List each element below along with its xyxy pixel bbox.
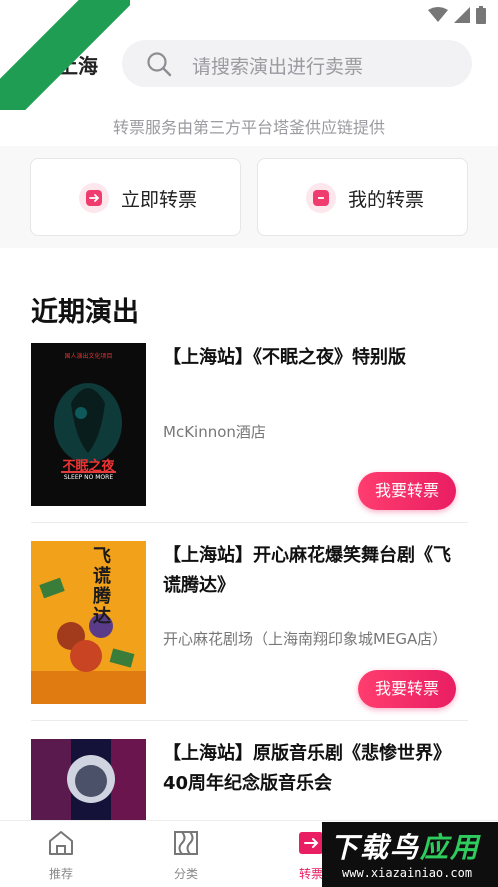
- show-item[interactable]: 飞谎腾达 【上海站】开心麻花爆笑舞台剧《飞谎腾达》 开心麻花剧场（上海南翔印象城…: [31, 541, 468, 711]
- show-item[interactable]: 国人演出文化项目 不眠之夜 SLEEP NO MORE 【上海站】《不眠之夜》特…: [31, 343, 468, 513]
- show-poster[interactable]: [31, 739, 146, 820]
- watermark-corner: 下载鸟: [0, 0, 130, 110]
- poster-art: [31, 541, 146, 704]
- watermark-title-green: 应用: [420, 831, 481, 864]
- tab-label: 推荐: [48, 867, 73, 881]
- poster-subtitle: SLEEP NO MORE: [63, 474, 114, 481]
- tab-category[interactable]: 分类: [146, 829, 226, 882]
- tab-label: 分类: [173, 867, 198, 881]
- wifi-icon: [428, 7, 448, 22]
- show-venue: 开心麻花剧场（上海南翔印象城MEGA店）: [163, 630, 448, 648]
- poster-art: [31, 343, 146, 506]
- buy-ticket-button[interactable]: 我要转票: [358, 670, 456, 708]
- poster-caption-top: 国人演出文化项目: [64, 353, 113, 360]
- my-transfers-label: 我的转票: [348, 189, 425, 211]
- watermark-banner: 下载鸟应用 www.xiazainiao.com: [322, 822, 498, 887]
- tab-recommend[interactable]: 推荐: [21, 829, 101, 882]
- search-bar[interactable]: 请搜索演出进行卖票: [122, 40, 472, 87]
- show-item[interactable]: 【上海站】原版音乐剧《悲惨世界》40周年纪念版音乐会: [31, 739, 468, 820]
- show-venue: McKinnon酒店: [163, 423, 266, 441]
- poster-title: 飞谎腾达: [93, 546, 111, 627]
- list-divider: [31, 720, 468, 721]
- show-title: 【上海站】原版音乐剧《悲惨世界》40周年纪念版音乐会: [163, 743, 451, 794]
- show-title: 【上海站】开心麻花爆笑舞台剧《飞谎腾达》: [163, 545, 451, 596]
- search-icon: [147, 52, 172, 77]
- signal-icon: [454, 7, 470, 23]
- notice-text: 转票服务由第三方平台塔釜供应链提供: [112, 118, 385, 137]
- my-transfers-button[interactable]: 我的转票: [257, 158, 468, 236]
- category-icon: [174, 831, 198, 855]
- actions-band: 立即转票 我的转票: [0, 146, 498, 248]
- poster-art: [31, 739, 146, 820]
- search-placeholder: 请搜索演出进行卖票: [192, 56, 364, 78]
- show-poster[interactable]: 国人演出文化项目 不眠之夜 SLEEP NO MORE: [31, 343, 146, 506]
- arrow-right-icon: [79, 183, 109, 213]
- poster-title: 不眠之夜: [62, 459, 115, 474]
- status-icons: [428, 6, 486, 24]
- watermark-title: 下载鸟应用: [330, 826, 480, 866]
- ticket-icon: [306, 183, 336, 213]
- show-poster[interactable]: 飞谎腾达: [31, 541, 146, 704]
- list-divider: [31, 522, 468, 523]
- watermark-title-white: 下载鸟: [330, 831, 421, 864]
- section-title: 近期演出: [31, 297, 139, 328]
- buy-ticket-button[interactable]: 我要转票: [358, 472, 456, 510]
- transfer-now-label: 立即转票: [121, 189, 198, 211]
- watermark-url: www.xiazainiao.com: [342, 866, 473, 880]
- battery-icon: [476, 6, 486, 24]
- show-title: 【上海站】《不眠之夜》特别版: [163, 347, 406, 368]
- transfer-now-button[interactable]: 立即转票: [30, 158, 241, 236]
- home-icon: [49, 831, 73, 855]
